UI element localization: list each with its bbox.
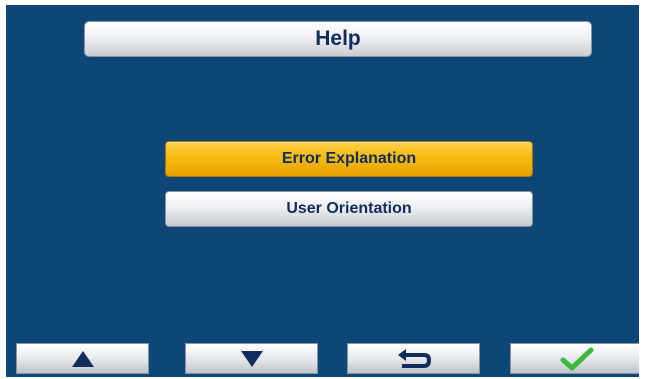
scroll-up-button[interactable] [16, 343, 149, 374]
arrow-down-icon [240, 350, 264, 368]
confirm-button[interactable] [510, 343, 639, 374]
user-orientation-label: User Orientation [286, 200, 412, 217]
help-screen: Help Error Explanation User Orientation [6, 5, 639, 377]
page-title: Help [315, 27, 361, 50]
return-icon [396, 348, 432, 370]
error-explanation-label: Error Explanation [281, 150, 417, 167]
page-title-bar: Help [84, 21, 592, 57]
user-orientation-button[interactable]: User Orientation [165, 191, 533, 227]
scroll-down-button[interactable] [185, 343, 318, 374]
arrow-up-icon [71, 350, 95, 368]
error-explanation-button[interactable]: Error Explanation [165, 141, 533, 177]
back-button[interactable] [347, 343, 480, 374]
checkmark-icon [560, 347, 594, 371]
